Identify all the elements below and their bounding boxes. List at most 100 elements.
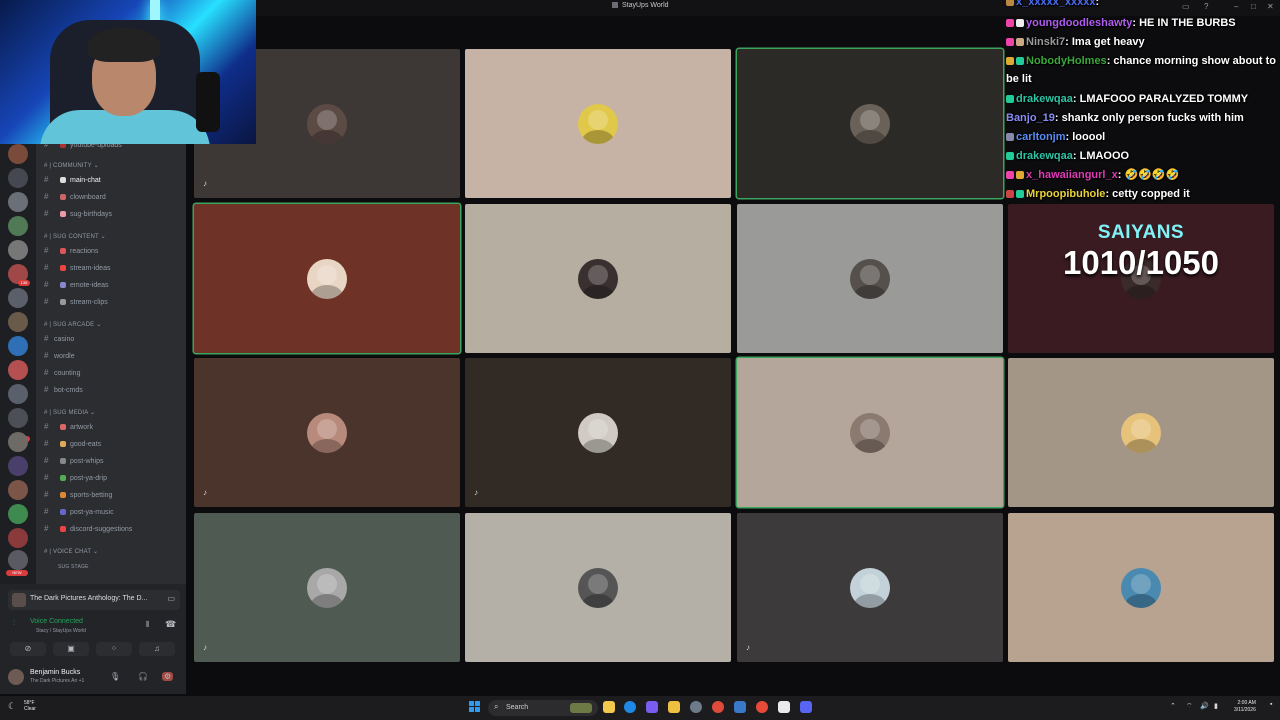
video-tile[interactable] xyxy=(194,204,460,353)
server-icon[interactable] xyxy=(8,550,28,570)
channel-stream-ideas[interactable]: # stream-ideas xyxy=(44,263,184,275)
channel-post-ya-drip[interactable]: # post-ya-drip xyxy=(44,473,184,485)
channel-post-whips[interactable]: # post-whips xyxy=(44,456,184,468)
server-icon[interactable] xyxy=(8,216,28,236)
server-icon[interactable] xyxy=(8,192,28,212)
voice-status: Voice Connected xyxy=(30,618,83,625)
channel-emote-ideas[interactable]: # emote-ideas xyxy=(44,280,184,292)
edge-icon[interactable] xyxy=(624,701,636,713)
video-tile[interactable] xyxy=(465,513,731,662)
folder-icon[interactable] xyxy=(668,701,680,713)
channel-main-chat[interactable]: # main-chat xyxy=(44,175,184,187)
server-icon[interactable] xyxy=(8,312,28,332)
discord-icon[interactable] xyxy=(800,701,812,713)
mute-icon: ♪ xyxy=(746,643,750,652)
taskbar-clock[interactable]: 2:00 AM 3/11/2026 xyxy=(1234,700,1256,714)
server-icon[interactable] xyxy=(8,336,28,356)
server-icon[interactable] xyxy=(8,504,28,524)
channel-bot-cmds[interactable]: # bot-cmds xyxy=(44,385,184,397)
user-panel[interactable]: Benjamin Bucks The Dark Pictures An +1 🎙… xyxy=(8,666,180,688)
server-icon[interactable] xyxy=(8,432,28,452)
server-icon[interactable] xyxy=(8,480,28,500)
screen-icon[interactable]: ▭ xyxy=(167,594,175,603)
video-tile[interactable] xyxy=(1008,513,1274,662)
server-icon[interactable] xyxy=(8,408,28,428)
avatar[interactable] xyxy=(8,669,24,685)
server-icon[interactable] xyxy=(8,240,28,260)
clock-date: 3/11/2026 xyxy=(1234,707,1256,713)
notification-icon[interactable]: ▪ xyxy=(1270,701,1272,708)
channel-discord-suggestions[interactable]: # discord-suggestions xyxy=(44,524,184,536)
category-sug-arcade[interactable]: # | SUG ARCADE ⌄ xyxy=(44,321,101,328)
channel-stream-clips[interactable]: # stream-clips xyxy=(44,297,184,309)
category-voice-chat[interactable]: # | VOICE CHAT ⌄ xyxy=(44,548,98,555)
app-icon[interactable] xyxy=(756,701,768,713)
app-icon[interactable] xyxy=(734,701,746,713)
app-icon[interactable] xyxy=(778,701,790,713)
clock-time: 2:00 AM xyxy=(1237,700,1256,706)
saiyans-counter: SAIYANS 1010/1050 xyxy=(1008,222,1274,282)
stream-chat-overlay: x_xxxxx_xxxxx: youngdoodleshawty: HE IN … xyxy=(1004,0,1280,204)
settings-gear-icon[interactable]: ⚙ xyxy=(162,672,174,681)
video-tile[interactable] xyxy=(737,204,1003,353)
start-button[interactable] xyxy=(469,701,481,713)
server-icon[interactable] xyxy=(8,528,28,548)
volume-icon[interactable]: 🔊 xyxy=(1200,702,1209,710)
chat-message: Mrpoopibuhole: cetty copped it xyxy=(1006,185,1280,204)
channel-good-eats[interactable]: # good-eats xyxy=(44,439,184,451)
channel-sports-betting[interactable]: # sports-betting xyxy=(44,490,184,502)
activity-row[interactable]: The Dark Pictures Anthology: The D... ▭ xyxy=(8,590,180,610)
server-icon[interactable] xyxy=(8,288,28,308)
mute-icon: ♪ xyxy=(203,179,207,188)
weather-widget[interactable]: 58°F Clear xyxy=(24,700,36,712)
video-tile[interactable] xyxy=(1008,358,1274,507)
video-tile[interactable]: ♪ xyxy=(465,358,731,507)
video-tile[interactable]: ♪ xyxy=(194,358,460,507)
category-sug-content[interactable]: # | SUG CONTENT ⌄ xyxy=(44,233,106,240)
category-sug-media[interactable]: # | SUG MEDIA ⌄ xyxy=(44,409,95,416)
server-icon[interactable] xyxy=(8,384,28,404)
signal-icon[interactable]: ⫶ xyxy=(13,618,15,628)
camera-button[interactable]: ⊘ xyxy=(10,642,46,656)
screen-share-button[interactable]: ▣ xyxy=(53,642,89,656)
channel-artwork[interactable]: # artwork xyxy=(44,422,184,434)
settings-icon[interactable] xyxy=(690,701,702,713)
server-icon[interactable] xyxy=(8,456,28,476)
channel-wordle[interactable]: # wordle xyxy=(44,351,184,363)
video-tile[interactable] xyxy=(465,204,731,353)
noise-suppression-icon[interactable]: ⫴ xyxy=(146,620,149,630)
participant-avatar xyxy=(578,568,618,608)
server-icon[interactable] xyxy=(8,360,28,380)
taskbar-search[interactable]: ⌕ Search xyxy=(488,700,598,716)
video-tile[interactable]: ♪ xyxy=(194,513,460,662)
app-icon[interactable] xyxy=(646,701,658,713)
video-tile[interactable]: ♪ xyxy=(737,513,1003,662)
video-tile[interactable] xyxy=(737,358,1003,507)
headphones-icon[interactable]: 🎧 xyxy=(138,672,148,681)
chevron-up-icon[interactable]: ⌃ xyxy=(1170,702,1176,710)
chrome-icon[interactable] xyxy=(712,701,724,713)
mute-icon: ♪ xyxy=(203,643,207,652)
server-icon[interactable] xyxy=(8,168,28,188)
file-explorer-icon[interactable] xyxy=(603,701,615,713)
channel-reactions[interactable]: # reactions xyxy=(44,246,184,258)
wifi-icon[interactable]: ⌔ xyxy=(1186,702,1193,711)
video-tile[interactable] xyxy=(737,49,1003,198)
channel-counting[interactable]: # counting xyxy=(44,368,184,380)
channel-casino[interactable]: # casino xyxy=(44,334,184,346)
server-icon[interactable] xyxy=(8,144,28,164)
video-tile[interactable] xyxy=(465,49,731,198)
battery-icon[interactable]: ▮ xyxy=(1214,702,1218,710)
participant-avatar xyxy=(578,259,618,299)
taskbar: ☾ 58°F Clear ⌕ Search ⌃ ⌔ 🔊 ▮ 2:00 AM 3/… xyxy=(0,696,1280,720)
disconnect-icon[interactable]: ☎ xyxy=(165,619,176,630)
channel-post-ya-music[interactable]: # post-ya-music xyxy=(44,507,184,519)
channel-clownboard[interactable]: # clownboard xyxy=(44,192,184,204)
activities-button[interactable]: ⁘ xyxy=(96,642,132,656)
mic-icon[interactable]: 🎙 xyxy=(110,672,120,681)
channel-sug-stage[interactable]: SUG STAGE xyxy=(58,564,89,570)
channel-sug-birthdays[interactable]: # sug-birthdays xyxy=(44,209,184,221)
soundboard-button[interactable]: ♫ xyxy=(139,642,175,656)
category-community[interactable]: # | COMMUNITY ⌄ xyxy=(44,162,99,169)
voice-channel-name[interactable]: Stacy / StayUps World xyxy=(36,628,86,634)
